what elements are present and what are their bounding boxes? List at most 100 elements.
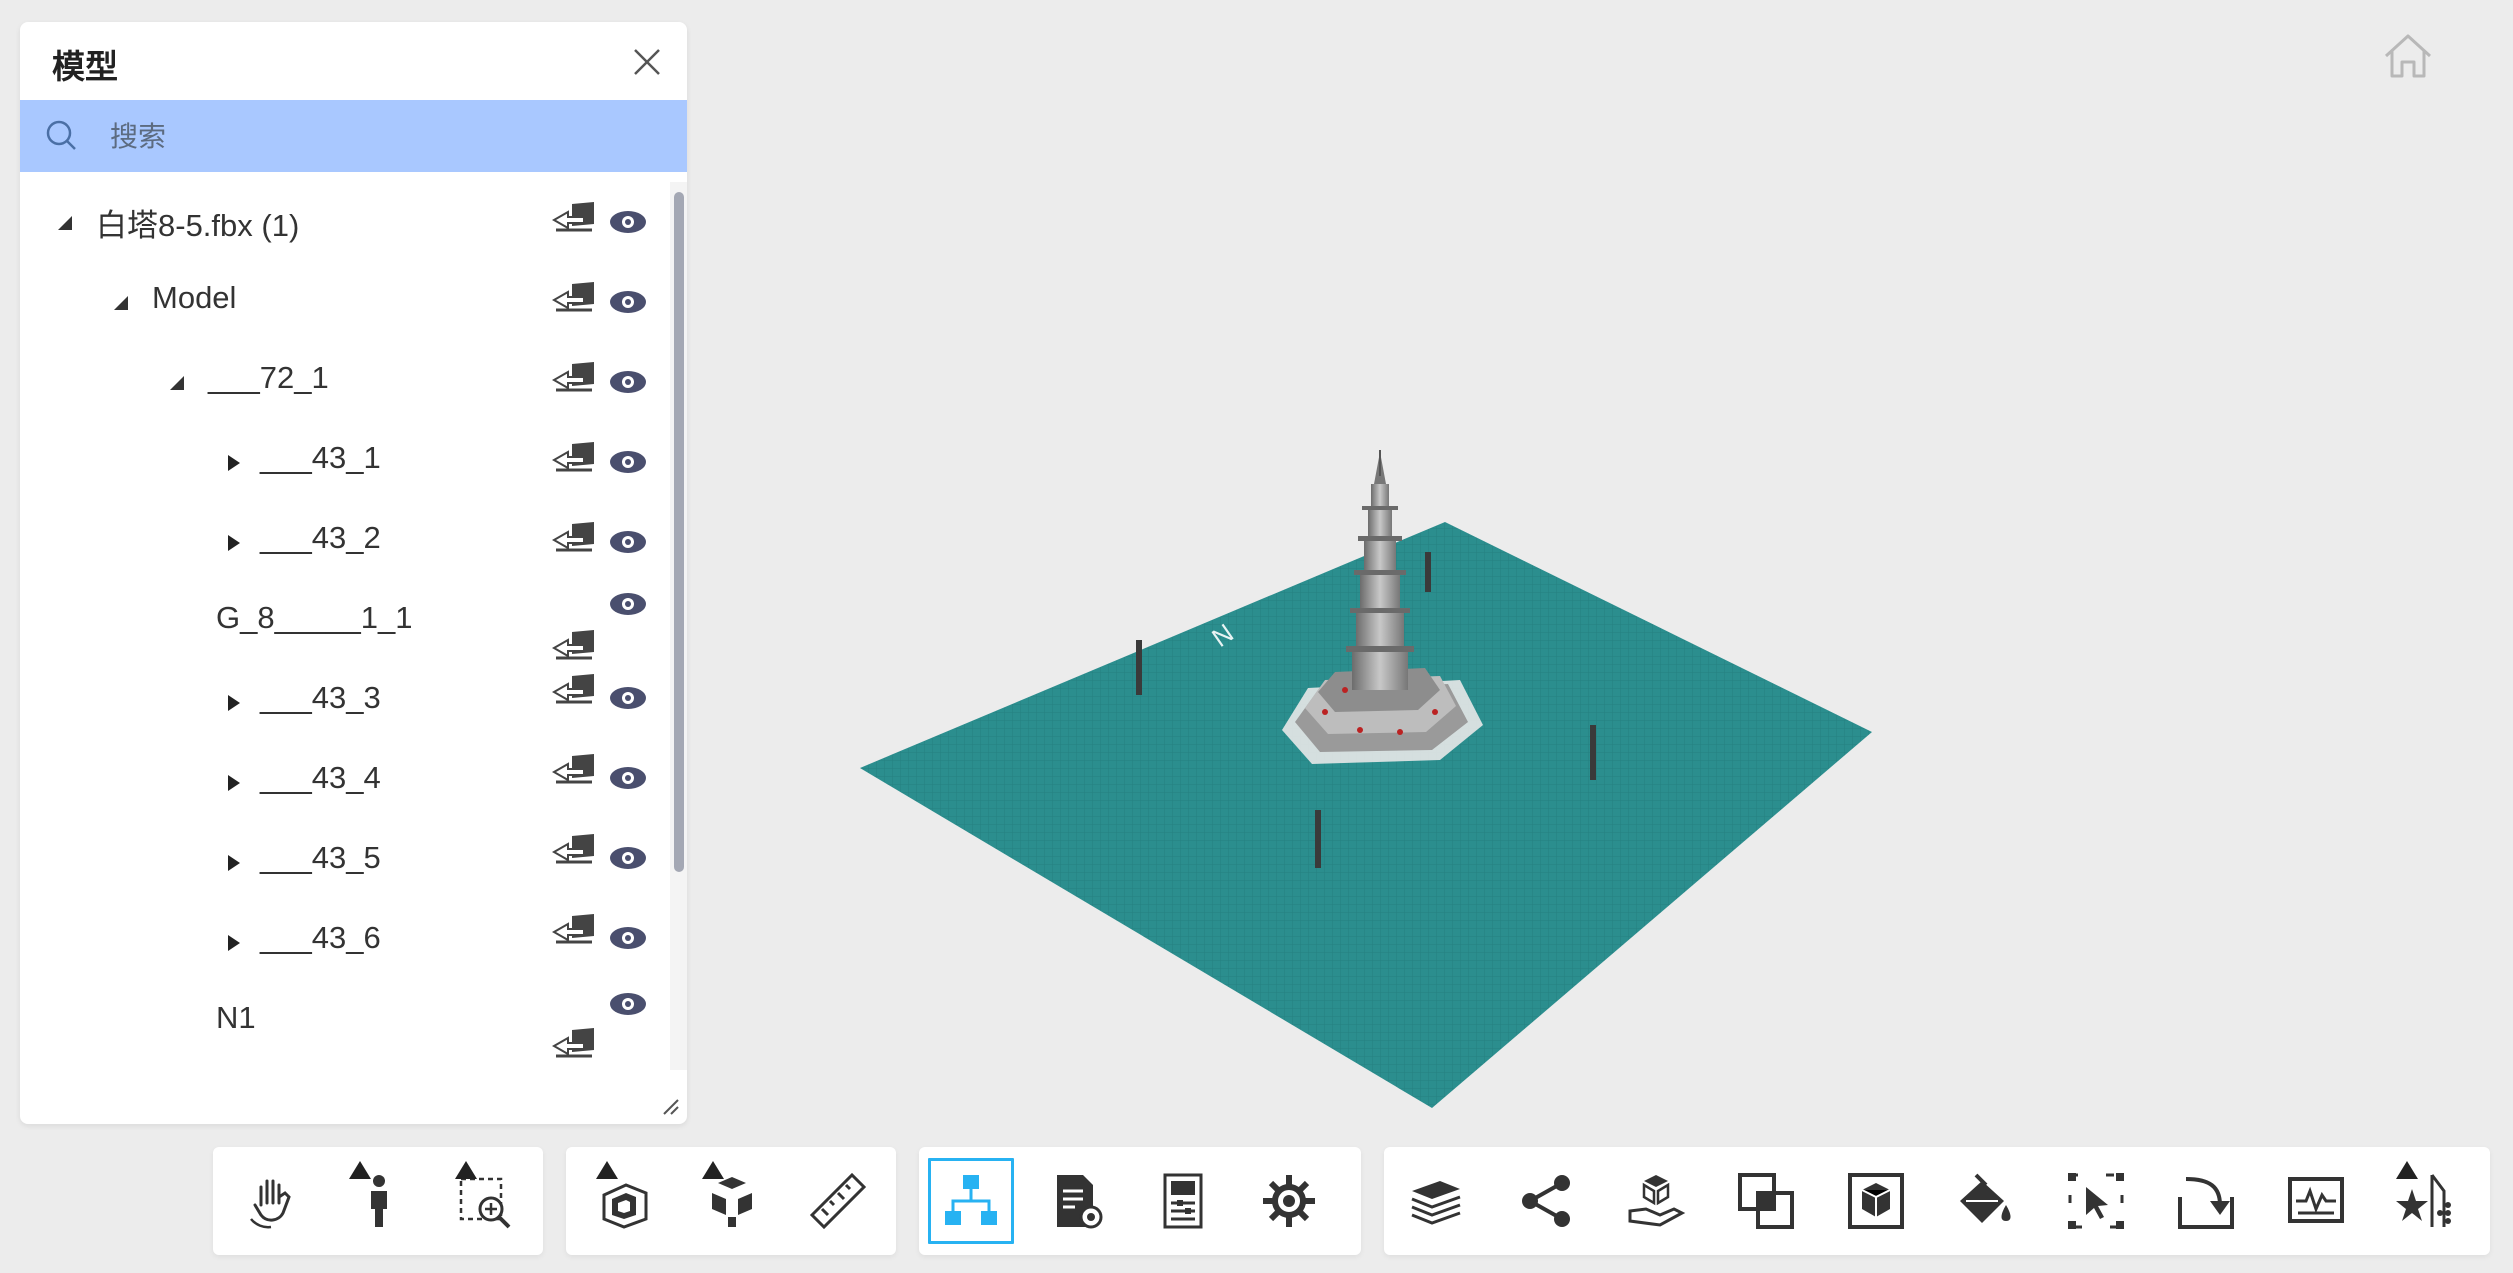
isolate-icon[interactable] — [550, 360, 598, 400]
pole — [1590, 725, 1596, 780]
document-browser-button[interactable] — [1137, 1155, 1229, 1247]
properties-doc-icon — [1057, 1175, 1103, 1229]
tree-row[interactable]: ___43_5 — [20, 822, 670, 902]
section-box-button[interactable] — [580, 1155, 672, 1247]
explode-button[interactable] — [686, 1155, 778, 1247]
eye-icon[interactable] — [608, 678, 648, 718]
tree-row[interactable]: ___72_1 — [20, 342, 670, 422]
monitor-button[interactable] — [2270, 1155, 2362, 1247]
home-icon[interactable] — [2378, 30, 2438, 82]
tree-row[interactable]: ___43_1 — [20, 422, 670, 502]
layers-button[interactable] — [1390, 1155, 1482, 1247]
panel-title: 模型 — [52, 48, 118, 85]
eye-icon[interactable] — [608, 984, 648, 1024]
eye-icon[interactable] — [608, 442, 648, 482]
import-button[interactable] — [2160, 1155, 2252, 1247]
pan-button[interactable] — [227, 1155, 319, 1247]
model-tree-icon — [945, 1175, 997, 1225]
dropdown-triangle-icon[interactable] — [596, 1161, 618, 1179]
tree-row[interactable]: ___43_6 — [20, 902, 670, 982]
tree-row[interactable]: ___43_4 — [20, 742, 670, 822]
settings-button[interactable] — [1243, 1155, 1335, 1247]
eye-icon[interactable] — [608, 918, 648, 958]
eye-icon[interactable] — [608, 584, 648, 624]
panel-header: 模型 — [20, 22, 687, 100]
collapse-arrow-icon[interactable] — [54, 212, 76, 234]
tree-row[interactable]: Model — [20, 262, 670, 342]
expand-arrow-icon[interactable] — [222, 692, 244, 714]
search-icon — [46, 120, 76, 150]
isolate-icon[interactable] — [550, 672, 598, 712]
close-panel-button[interactable] — [629, 44, 665, 80]
eye-icon[interactable] — [608, 202, 648, 242]
isolate-icon[interactable] — [550, 440, 598, 480]
pole — [1425, 552, 1431, 592]
collapse-arrow-icon[interactable] — [110, 292, 132, 314]
expand-arrow-icon[interactable] — [222, 932, 244, 954]
tree-node-label: ___43_6 — [260, 920, 381, 955]
share-icon — [1522, 1175, 1570, 1227]
isolate-icon[interactable] — [550, 1026, 598, 1066]
collapse-arrow-icon[interactable] — [166, 372, 188, 394]
dropdown-triangle-icon[interactable] — [702, 1161, 724, 1179]
eye-icon[interactable] — [608, 758, 648, 798]
cube-view-button[interactable] — [1830, 1155, 1922, 1247]
isolate-icon[interactable] — [550, 520, 598, 560]
3d-viewport[interactable]: N — [820, 440, 1940, 1140]
tree-row[interactable]: ___43_3 — [20, 662, 670, 742]
tree-row[interactable]: ___43_2 — [20, 502, 670, 582]
eye-icon[interactable] — [608, 838, 648, 878]
expand-arrow-icon[interactable] — [222, 452, 244, 474]
isolate-icon[interactable] — [550, 832, 598, 872]
overlap-squares-icon — [1738, 1173, 1794, 1229]
paint-button[interactable] — [1940, 1155, 2032, 1247]
extensions-toolbar — [1384, 1147, 2490, 1255]
properties-button[interactable] — [1031, 1155, 1123, 1247]
tree-node-label: Model — [152, 280, 237, 315]
tree-node-label: ___43_2 — [260, 520, 381, 555]
dropdown-triangle-icon[interactable] — [455, 1161, 477, 1179]
pan-hand-icon — [250, 1179, 291, 1229]
eye-icon[interactable] — [608, 362, 648, 402]
scrollbar-thumb[interactable] — [674, 192, 684, 872]
tree-node-label: G_8_____1_1 — [216, 600, 413, 635]
model-panel: 模型 白塔8-5.fbx (1) Model — [20, 22, 687, 1124]
hand-box-icon — [1628, 1175, 1686, 1227]
section-box-icon — [602, 1183, 648, 1229]
tree-node-label: N1 — [216, 1000, 256, 1035]
isolate-icon[interactable] — [550, 752, 598, 792]
walk-button[interactable] — [333, 1155, 425, 1247]
eye-icon[interactable] — [608, 522, 648, 562]
hand-box-button[interactable] — [1610, 1155, 1702, 1247]
isolate-icon[interactable] — [550, 912, 598, 952]
resize-handle-icon[interactable] — [660, 1096, 682, 1118]
dropdown-triangle-icon[interactable] — [349, 1161, 371, 1179]
eye-icon[interactable] — [608, 282, 648, 322]
expand-arrow-icon[interactable] — [222, 532, 244, 554]
isolate-icon[interactable] — [550, 200, 598, 240]
tree-row[interactable]: N1 — [20, 982, 670, 1062]
effects-button[interactable] — [2380, 1155, 2472, 1247]
panels-toolbar — [919, 1147, 1361, 1255]
tree-row[interactable]: G_8_____1_1 — [20, 582, 670, 662]
measure-ruler-icon — [809, 1172, 867, 1230]
expand-arrow-icon[interactable] — [222, 772, 244, 794]
tree-node-label: ___43_5 — [260, 840, 381, 875]
overlap-button[interactable] — [1720, 1155, 1812, 1247]
measure-button[interactable] — [792, 1155, 884, 1247]
selection-cursor-icon — [2068, 1173, 2124, 1229]
expand-arrow-icon[interactable] — [222, 852, 244, 874]
share-button[interactable] — [1500, 1155, 1592, 1247]
tree-node-label: ___43_4 — [260, 760, 381, 795]
search-input[interactable] — [108, 110, 652, 164]
selection-button[interactable] — [2050, 1155, 2142, 1247]
tree-row[interactable]: 白塔8-5.fbx (1) — [20, 182, 670, 262]
zoom-window-button[interactable] — [439, 1155, 531, 1247]
dropdown-triangle-icon[interactable] — [2396, 1161, 2418, 1179]
tree-node-label: ___43_3 — [260, 680, 381, 715]
model-tree-button[interactable] — [925, 1155, 1017, 1247]
import-arrow-icon — [2178, 1177, 2234, 1229]
cube-frame-icon — [1848, 1173, 1904, 1229]
document-browser-icon — [1163, 1173, 1203, 1229]
isolate-icon[interactable] — [550, 280, 598, 320]
